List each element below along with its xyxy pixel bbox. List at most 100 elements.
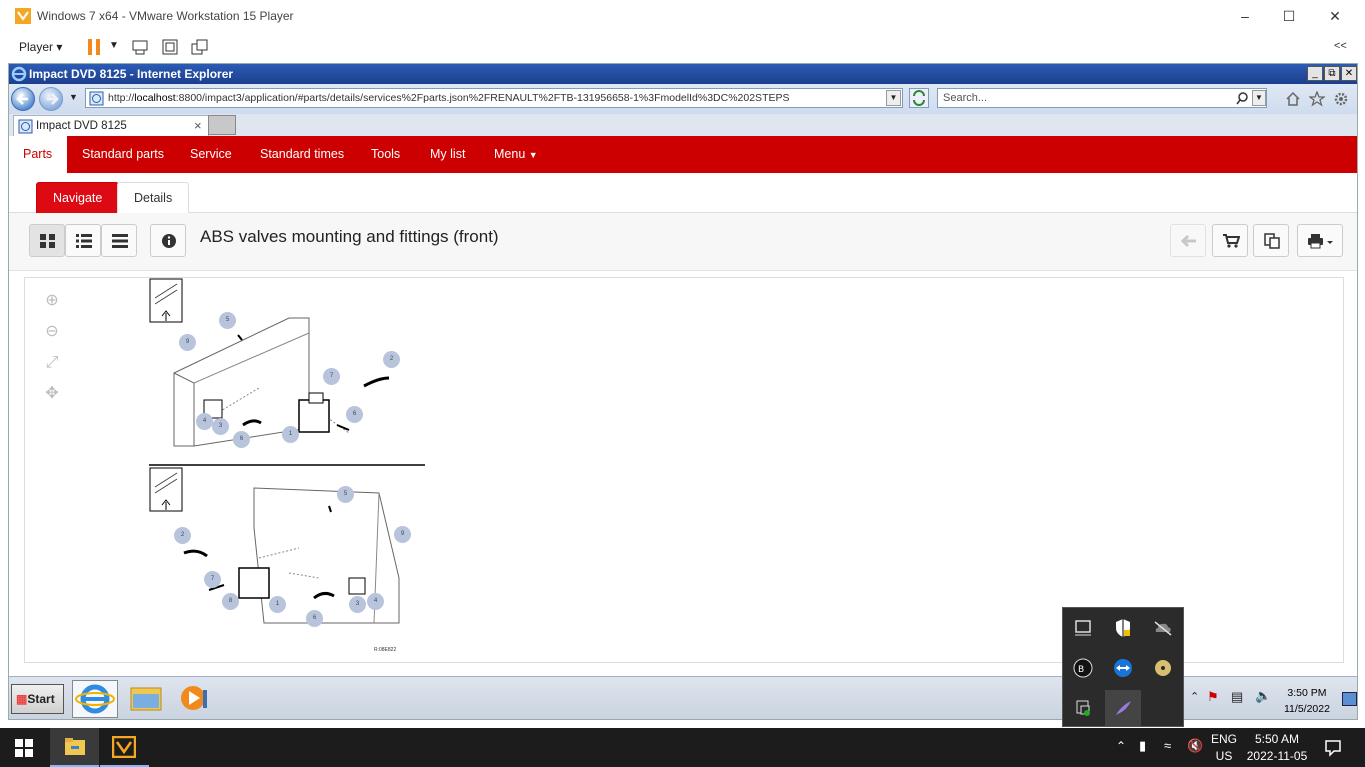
copy-button[interactable] [1253,224,1289,257]
callout[interactable]: 9 [394,526,411,543]
nav-standard-times[interactable]: Standard times [246,136,358,173]
start-button[interactable]: ▦Start [11,684,64,714]
teamviewer-icon[interactable] [1111,656,1135,680]
minimize-button[interactable]: – [1235,6,1255,26]
maximize-button[interactable]: ☐ [1279,6,1299,26]
pause-dropdown-icon[interactable]: ▼ [109,40,119,51]
refresh-button[interactable] [909,88,929,108]
player-menu[interactable]: Player ▾ [19,40,62,54]
action-center-flag-icon[interactable]: ⚑ [1207,689,1219,705]
guest-clock[interactable]: 3:50 PM 11/5/2022 [1284,685,1330,717]
ie-tab-impact[interactable]: Impact DVD 8125 × [13,115,209,136]
tools-gear-icon[interactable] [1333,91,1349,107]
callout[interactable]: 2 [383,351,400,368]
callout[interactable]: 8 [222,593,239,610]
tray-feather-item[interactable] [1105,690,1141,726]
ie-close-button[interactable]: ✕ [1341,66,1357,81]
callout[interactable]: 9 [179,334,196,351]
fit-to-screen-icon[interactable]: ⤢ [37,348,67,378]
recent-pages-dropdown-icon[interactable]: ▼ [69,92,78,102]
pan-move-icon[interactable]: ✥ [37,379,67,409]
back-to-list-button[interactable] [1170,224,1206,257]
callout[interactable]: 4 [367,593,384,610]
windows-start-icon[interactable] [15,739,33,757]
ie-tab-close-icon[interactable]: × [194,118,202,133]
print-button[interactable] [1297,224,1343,257]
battery-icon[interactable]: ▮ [1139,738,1146,754]
callout[interactable]: 6 [346,406,363,423]
app-tray-icon[interactable]: B [1071,656,1095,680]
home-icon[interactable] [1285,91,1301,107]
search-icon[interactable] [1236,92,1249,105]
search-box[interactable]: Search... ▼ [937,88,1267,108]
ie-restore-button[interactable]: ⧉ [1324,66,1340,81]
callout[interactable]: 6 [306,610,323,627]
callout[interactable]: 1 [282,426,299,443]
taskbar-ie-button[interactable] [72,680,118,718]
forward-button[interactable] [39,87,63,111]
table-view-button[interactable] [101,224,137,257]
show-hidden-icons-icon[interactable]: ⌃ [1190,690,1199,703]
notifications-icon[interactable] [1324,739,1342,757]
nav-my-list[interactable]: My list [416,136,479,173]
url-path: :8800/impact3/application/#parts/details… [175,92,790,104]
send-ctrl-alt-del-icon[interactable] [130,38,150,56]
host-show-hidden-icon[interactable]: ⌃ [1116,739,1126,753]
info-button[interactable] [150,224,186,257]
input-language[interactable]: ENG US [1206,731,1242,765]
callout[interactable]: 7 [204,571,221,588]
favorites-star-icon[interactable] [1309,91,1325,107]
disc-icon[interactable] [1151,656,1175,680]
file-explorer-icon [65,738,85,755]
callout[interactable]: 3 [349,596,366,613]
taskbar-media-player-button[interactable] [173,680,219,718]
exploded-diagram[interactable]: 9 5 2 7 6 1 4 3 6 5 9 2 7 8 1 6 3 4 R:08… [149,278,429,658]
show-desktop-button[interactable] [1342,692,1357,706]
callout[interactable]: 5 [219,312,236,329]
nav-standard-parts[interactable]: Standard parts [68,136,178,173]
callout[interactable]: 3 [212,418,229,435]
callout[interactable]: 6 [233,431,250,448]
taskbar-explorer-button[interactable] [123,680,169,718]
host-file-explorer-button[interactable] [50,728,99,767]
grid-view-button[interactable] [29,224,65,257]
network-icon[interactable]: ▤ [1231,689,1243,705]
callout[interactable]: 7 [323,368,340,385]
nav-tools[interactable]: Tools [357,136,414,173]
callout[interactable]: 2 [174,527,191,544]
nav-service[interactable]: Service [176,136,246,173]
vmware-titlebar: Windows 7 x64 - VMware Workstation 15 Pl… [0,0,1365,32]
callout[interactable]: 1 [269,596,286,613]
unity-icon[interactable] [190,38,210,56]
nav-parts[interactable]: Parts [9,136,67,173]
volume-icon[interactable]: 🔈 [1255,688,1271,704]
device-icon[interactable] [1071,616,1095,640]
ie-minimize-button[interactable]: _ [1307,66,1323,81]
list-view-button[interactable] [65,224,101,257]
back-button[interactable] [11,87,35,111]
host-clock[interactable]: 5:50 AM 2022-11-05 [1244,731,1310,765]
tab-details[interactable]: Details [117,182,190,213]
zoom-in-icon[interactable]: ⊕ [37,286,67,316]
address-dropdown-button[interactable]: ▼ [886,90,901,106]
security-shield-icon[interactable] [1111,616,1135,640]
windows-tray-icon[interactable] [1071,696,1095,720]
tab-navigate[interactable]: Navigate [36,182,120,213]
search-dropdown-button[interactable]: ▼ [1252,90,1266,106]
address-bar[interactable]: http://localhost:8800/impact3/applicatio… [85,88,903,108]
zoom-out-icon[interactable]: ⊖ [37,317,67,347]
pause-icon[interactable] [85,38,105,56]
callout[interactable]: 4 [196,413,213,430]
onedrive-cloud-icon[interactable] [1151,616,1175,640]
new-tab-button[interactable] [208,115,236,135]
close-button[interactable]: ✕ [1325,6,1345,26]
add-to-cart-button[interactable] [1212,224,1248,257]
host-vmware-button[interactable] [100,728,149,767]
nav-menu[interactable]: Menu ▼ [480,136,552,173]
callout[interactable]: 5 [337,486,354,503]
collapse-toolbar-button[interactable]: << [1334,40,1347,52]
mute-volume-icon[interactable]: 🔇 [1187,738,1203,754]
wifi-icon[interactable]: ≈ [1164,738,1171,753]
drawing-panel: ⊕ ⊖ ⤢ ✥ 9 5 2 7 6 1 4 3 6 5 9 2 7 8 1 6 … [24,277,1344,663]
fullscreen-icon[interactable] [160,38,180,56]
